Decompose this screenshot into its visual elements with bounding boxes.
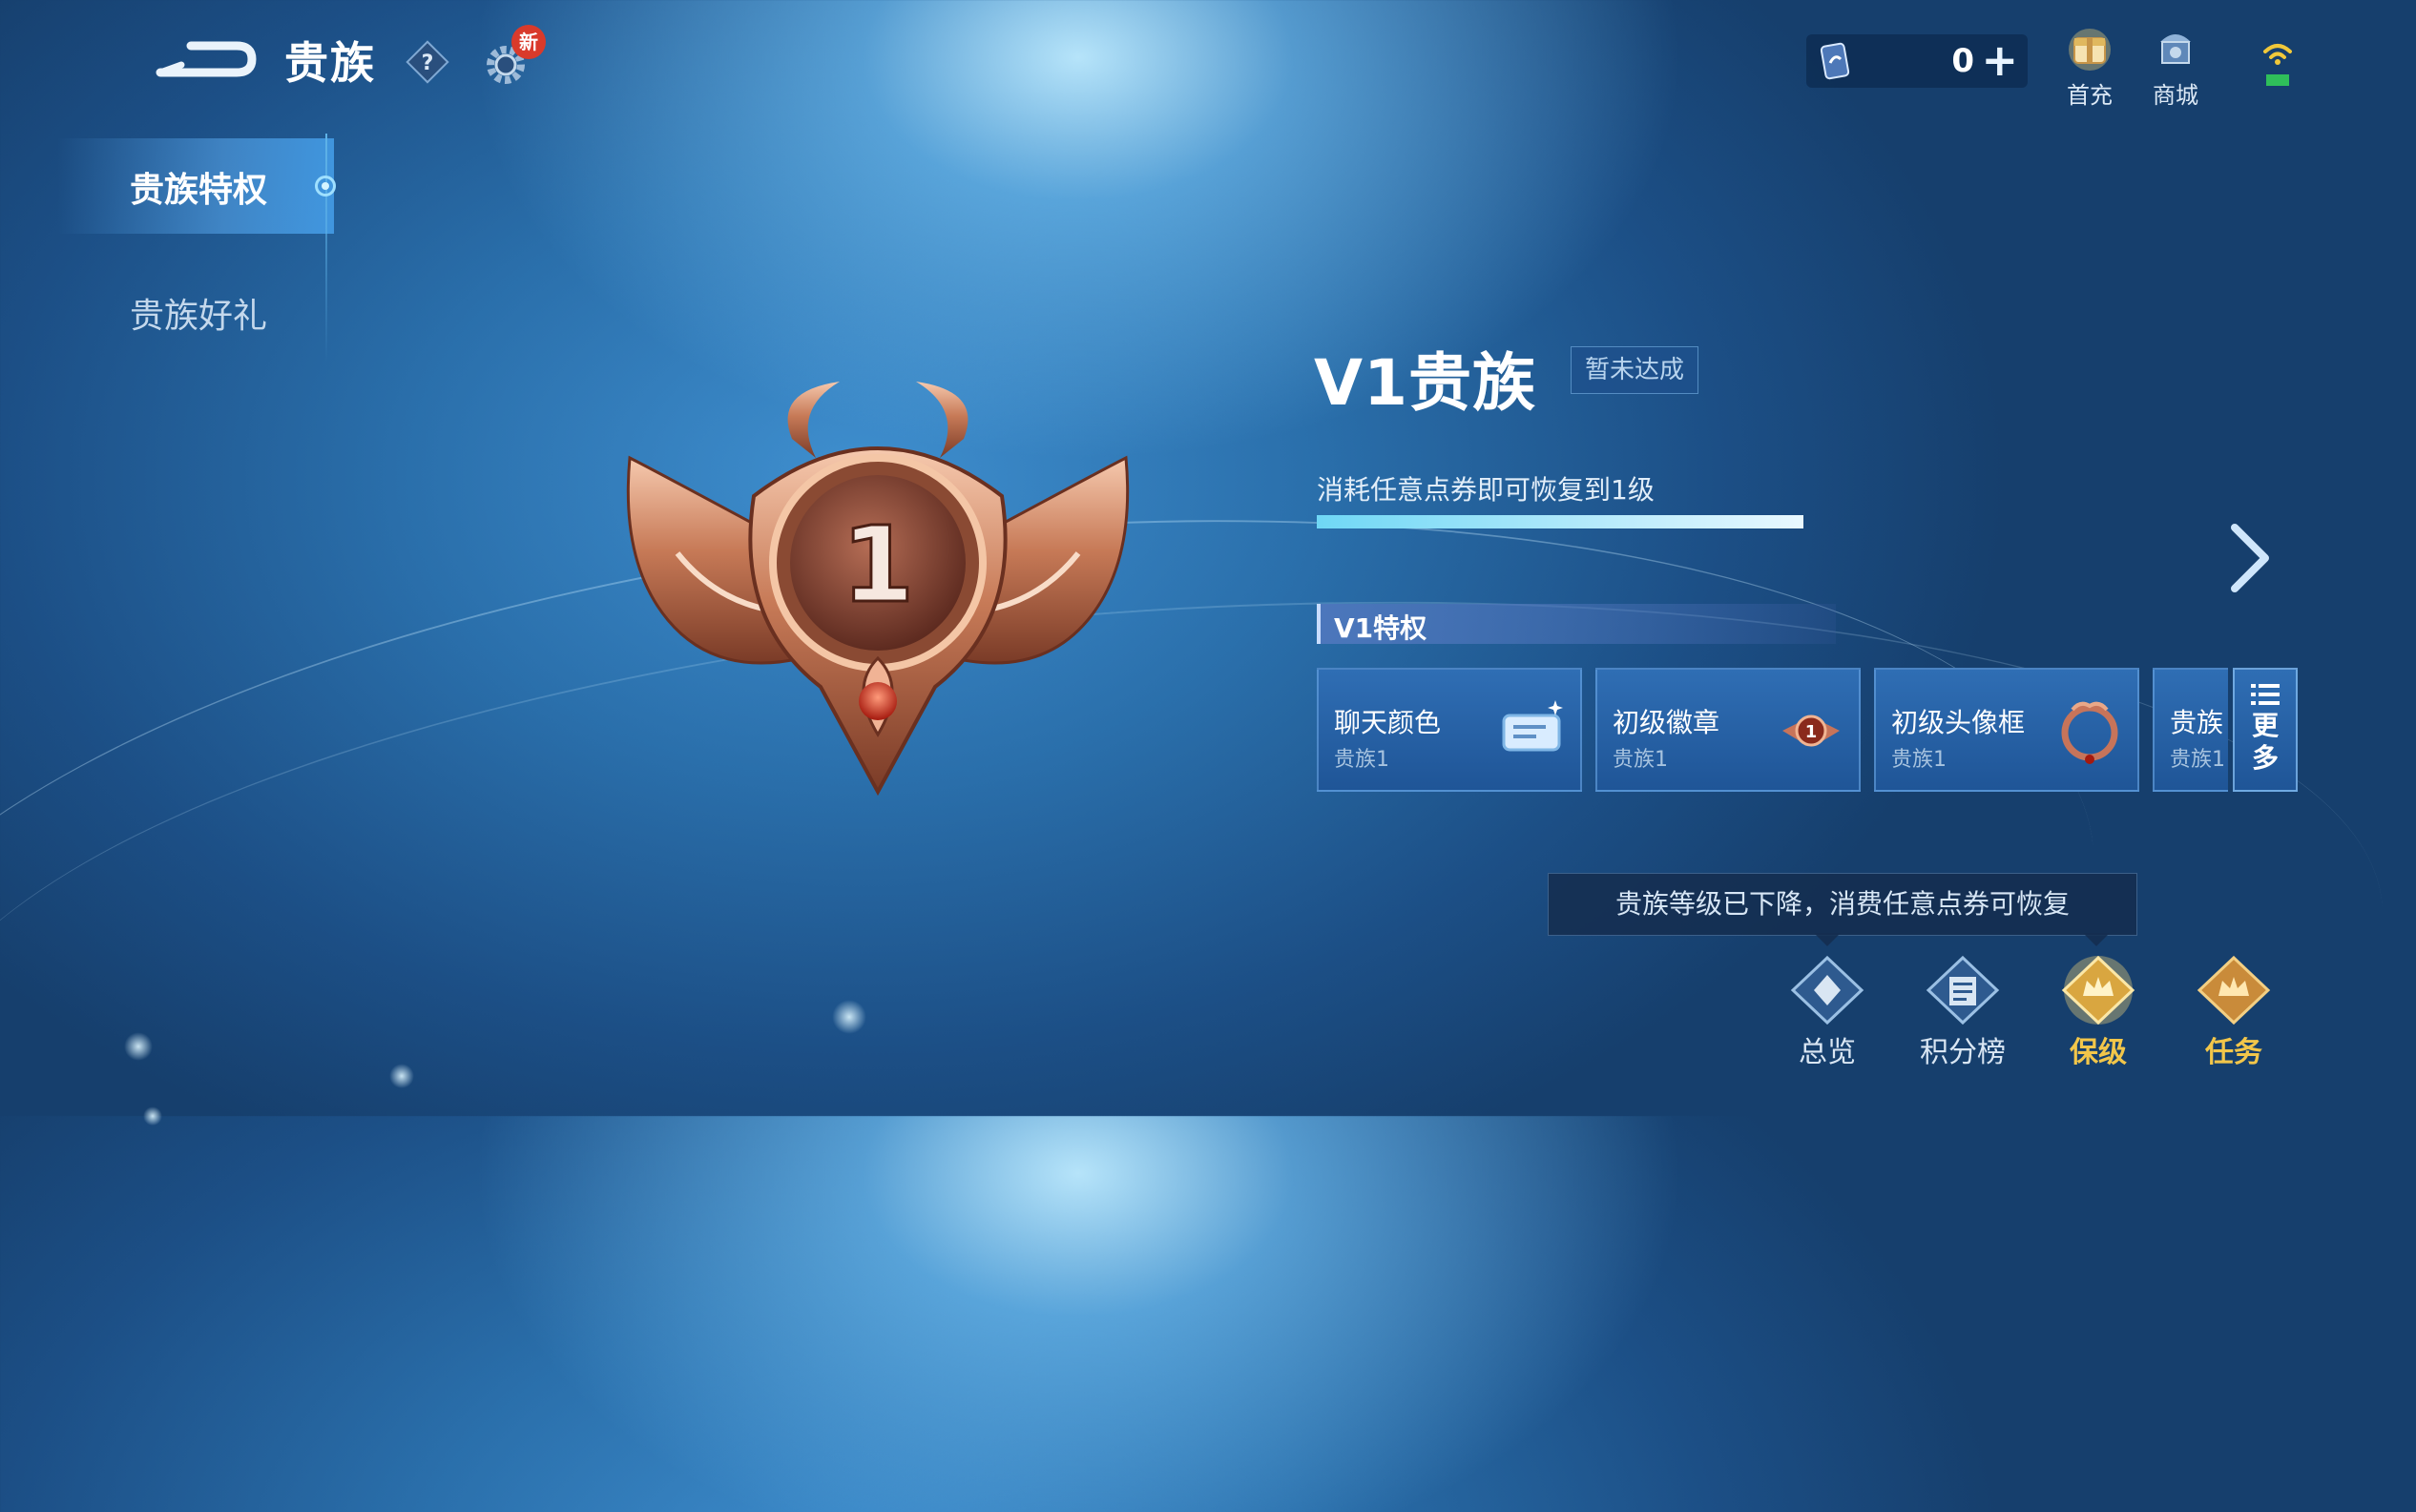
sparkle [124,1032,153,1061]
list-icon [2251,684,2280,705]
more-label-line2: 多 [2251,742,2279,774]
page-title: 贵族 [284,37,376,89]
privilege-card-badge[interactable]: 初级徽章 贵族1 1 [1595,668,1861,792]
privilege-card-name: 聊天颜色 [1334,707,1442,738]
privileges-header: V1特权 [1317,604,1836,644]
noble-level-emblem: 1 [626,382,1130,797]
sidebar-item-privileges[interactable]: 贵族特权 [130,162,267,212]
nav-tasks-label: 任务 [2205,1036,2262,1069]
nav-leaderboard-button[interactable]: 积分榜 [1901,954,2025,1070]
first-recharge-label: 首充 [2067,82,2113,109]
nav-tasks-button[interactable]: 任务 [2172,954,2296,1070]
privilege-card-name: 初级徽章 [1613,707,1720,738]
privilege-card-tier: 贵族1 [2170,748,2225,772]
overview-icon [1790,955,1864,1025]
nav-level-protect-button[interactable]: 保级 [2036,954,2160,1070]
svg-text:?: ? [422,52,434,75]
level-protect-crown-icon [2061,955,2135,1025]
privilege-card-tier: 贵族1 [1613,748,1668,772]
tooltip-pointer [2083,933,2110,946]
sparkle [143,1107,162,1126]
first-recharge-button[interactable]: 首充 [2047,25,2133,110]
coupon-amount: 0 [1951,42,1974,80]
emblem-level-number: 1 [842,504,915,626]
tooltip-pointer [1814,933,1841,946]
coupon-balance[interactable]: 0 + [1806,34,2028,88]
tasks-crown-icon [2197,955,2271,1025]
privilege-card-tier: 贵族1 [1891,748,1947,772]
gift-box-icon [2069,29,2111,71]
new-badge: 新 [511,25,546,59]
level-progress-fill [1317,515,1803,528]
privilege-card-tier: 贵族1 [1334,748,1389,772]
status-badge: 暂未达成 [1571,346,1698,394]
privilege-card-avatar-frame[interactable]: 初级头像框 贵族1 [1874,668,2139,792]
sparkle [832,1000,866,1034]
more-label-line1: 更 [2251,710,2279,741]
avatar-frame-icon [2061,701,2118,764]
shop-button[interactable]: 商城 [2133,25,2218,110]
coupon-icon [1820,42,1850,80]
level-title: V1贵族 [1314,346,1537,420]
level-progress-bar [1317,515,1803,528]
privilege-card-name: 贵族 [2170,707,2224,738]
nav-overview-button[interactable]: 总览 [1765,954,1889,1070]
sidebar-item-gifts[interactable]: 贵族好礼 [130,288,267,338]
shop-icon [2160,34,2191,64]
help-icon[interactable]: ? [406,40,449,84]
privilege-card-partial[interactable]: 贵族 贵族1 [2153,668,2228,792]
privileges-header-label: V1特权 [1334,612,1427,644]
sidebar-divider [325,134,327,362]
privilege-card-name: 初级头像框 [1891,707,2026,738]
back-icon[interactable] [153,36,258,84]
badge-icon: 1 [1782,715,1840,747]
sparkle [389,1064,414,1088]
nav-level-protect-label: 保级 [2070,1036,2127,1069]
chevron-right-icon[interactable] [2223,520,2277,596]
leaderboard-icon [1926,955,2000,1025]
nav-overview-label: 总览 [1799,1036,1856,1069]
demotion-tooltip: 贵族等级已下降，消费任意点券可恢复 [1548,873,2137,936]
add-coupon-button[interactable]: + [1981,38,2018,82]
sidebar-selected-indicator [315,176,336,197]
wifi-signal-icon [2263,44,2292,86]
svg-text:1: 1 [1805,722,1818,742]
privilege-card-list: 聊天颜色 贵族1 初级徽章 贵族1 1 初级头像框 贵族1 贵族 贵族1 [1317,668,2228,794]
shop-label: 商城 [2153,82,2198,109]
more-privileges-button[interactable]: 更 多 [2233,668,2298,792]
nav-leaderboard-label: 积分榜 [1920,1036,2006,1069]
privilege-card-chat-color[interactable]: 聊天颜色 贵族1 [1317,668,1582,792]
restore-hint: 消耗任意点券即可恢复到1级 [1317,474,1655,506]
chat-bubble-icon [1502,700,1563,752]
